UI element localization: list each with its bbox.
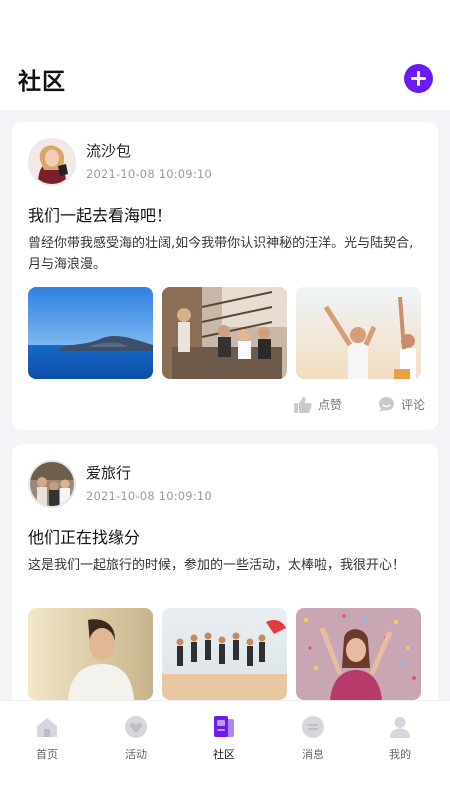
post-card[interactable]: 流沙包 2021-10-08 10:09:10 我们一起去看海吧！ 曾经你带我感…: [12, 122, 438, 430]
post-feed[interactable]: 流沙包 2021-10-08 10:09:10 我们一起去看海吧！ 曾经你带我感…: [0, 110, 450, 700]
post-title: 我们一起去看海吧！: [28, 206, 173, 225]
author-name[interactable]: 爱旅行: [86, 462, 131, 483]
post-actions: 点赞 评论: [294, 396, 426, 416]
tab-mine[interactable]: 我的: [365, 715, 435, 765]
tab-label: 我的: [389, 748, 411, 761]
tab-activity[interactable]: 活动: [101, 715, 171, 765]
man-smiling-photo[interactable]: [28, 608, 153, 700]
post-time: 2021-10-08 10:09:10: [86, 489, 212, 503]
tab-home[interactable]: 首页: [12, 715, 82, 765]
thumbs-up-icon: [294, 396, 312, 413]
tab-label: 社区: [213, 748, 235, 761]
top-bar: 社区: [0, 0, 450, 110]
comment-label: 评论: [401, 398, 426, 412]
confetti-woman-photo[interactable]: [296, 608, 421, 700]
beach-party-photo[interactable]: [296, 287, 421, 379]
message-icon: [302, 716, 324, 738]
page-title: 社区: [18, 69, 66, 95]
author-name[interactable]: 流沙包: [86, 140, 131, 161]
tab-label: 消息: [302, 748, 324, 761]
sea-cliff-photo[interactable]: [28, 287, 153, 379]
tab-community[interactable]: 社区: [189, 715, 259, 765]
post-title: 他们正在找缘分: [28, 528, 141, 547]
comment-button[interactable]: 评论: [378, 396, 425, 413]
avatar[interactable]: [28, 460, 76, 508]
post-body: 这是我们一起旅行的时候，参加的一些活动，太棒啦，我很开心！: [28, 558, 406, 573]
post-card[interactable]: 爱旅行 2021-10-08 10:09:10 他们正在找缘分 这是我们一起旅行…: [12, 444, 438, 700]
comment-bubble-icon: [379, 397, 394, 412]
user-icon: [390, 717, 410, 738]
plus-circle-icon: [411, 71, 426, 86]
like-button[interactable]: 点赞: [294, 396, 342, 413]
group-jumping-beach-photo[interactable]: [162, 608, 287, 700]
post-time: 2021-10-08 10:09:10: [86, 167, 212, 181]
friends-on-stairs-photo[interactable]: [162, 287, 287, 379]
add-post-button[interactable]: [404, 64, 433, 93]
heart-icon: [125, 716, 147, 738]
tab-messages[interactable]: 消息: [278, 715, 348, 765]
community-icon: [214, 716, 234, 737]
like-label: 点赞: [318, 398, 343, 412]
post-body: 曾经你带我感受海的壮阔,如今我带你认识神秘的汪洋。光与陆契合,月与海浪漫。: [28, 236, 414, 272]
tab-label: 首页: [36, 748, 58, 761]
bottom-tab-bar: 首页 活动 社区 消息 我的: [0, 700, 450, 800]
home-icon: [37, 718, 57, 737]
avatar[interactable]: [28, 138, 76, 186]
tab-label: 活动: [125, 748, 147, 761]
